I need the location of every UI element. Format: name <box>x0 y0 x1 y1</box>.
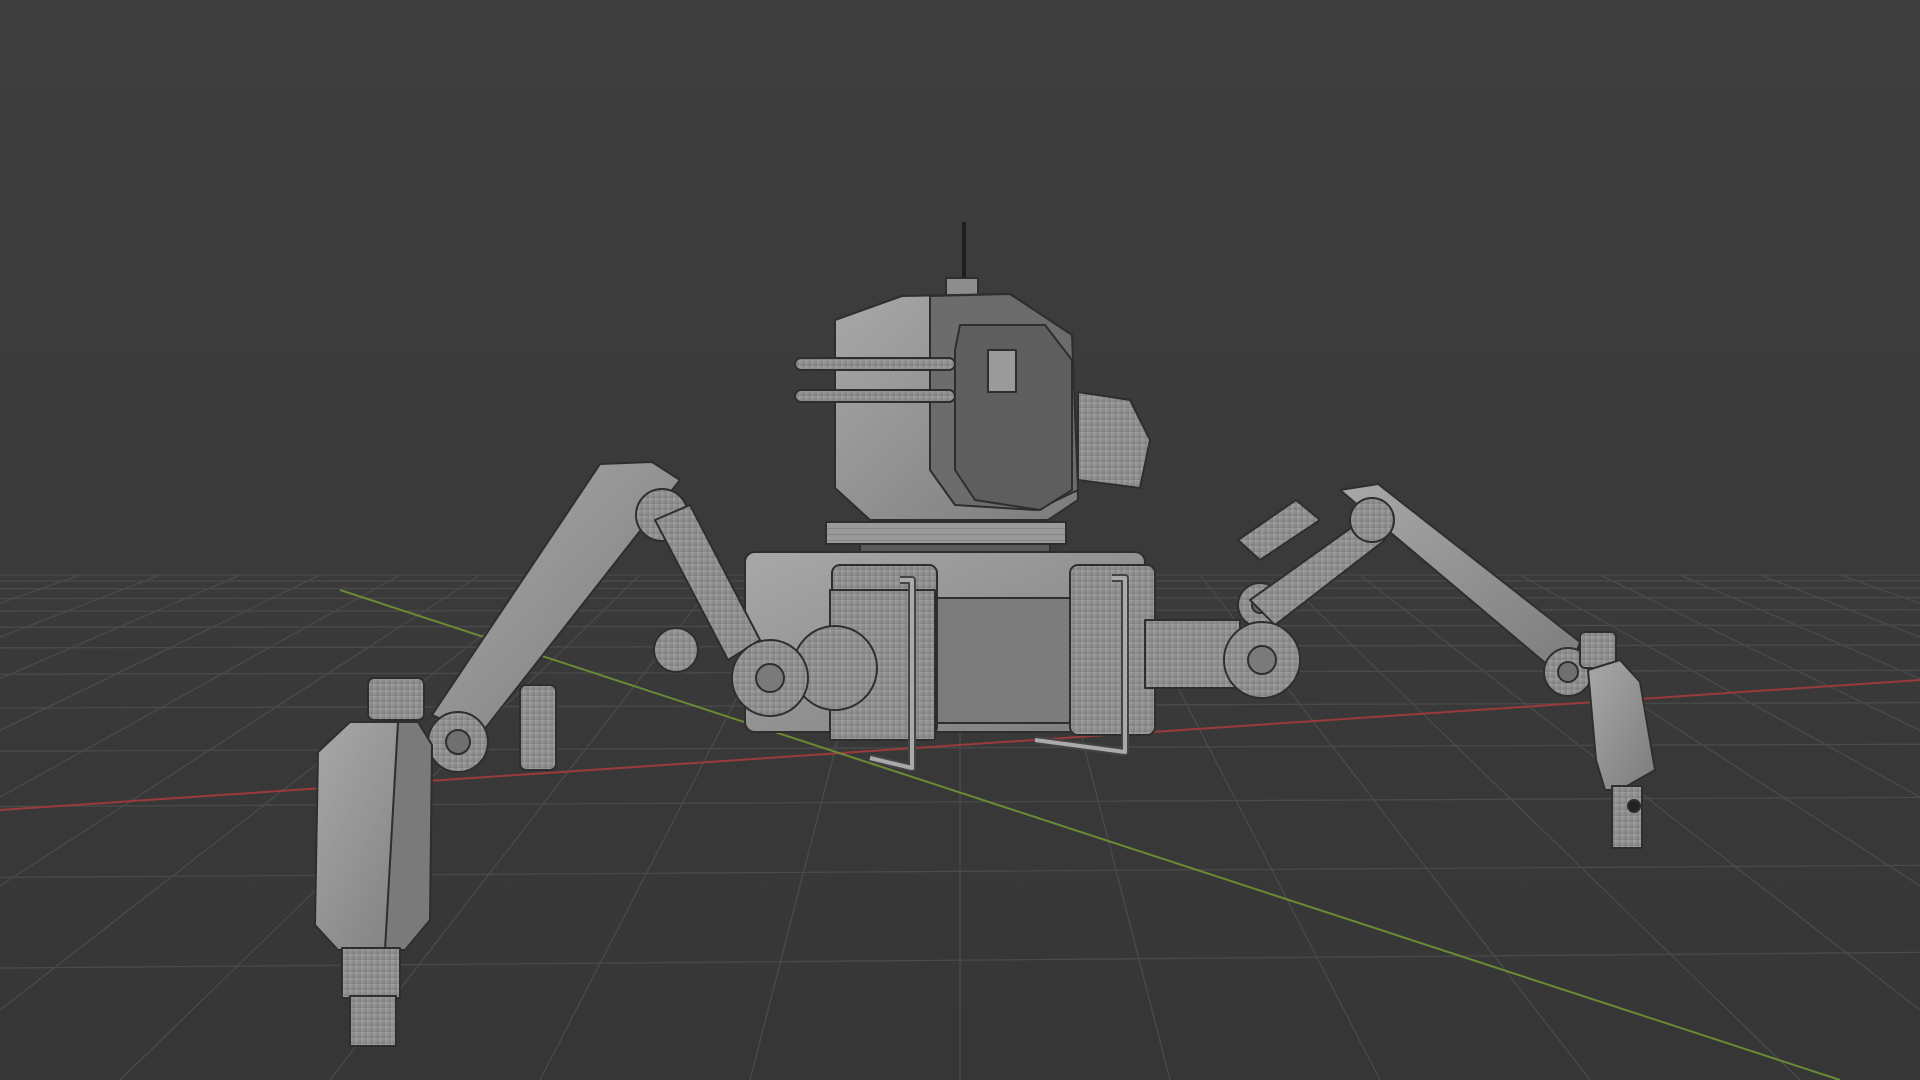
3d-viewport[interactable] <box>0 0 1920 1080</box>
viewport-scene[interactable] <box>0 0 1920 1080</box>
